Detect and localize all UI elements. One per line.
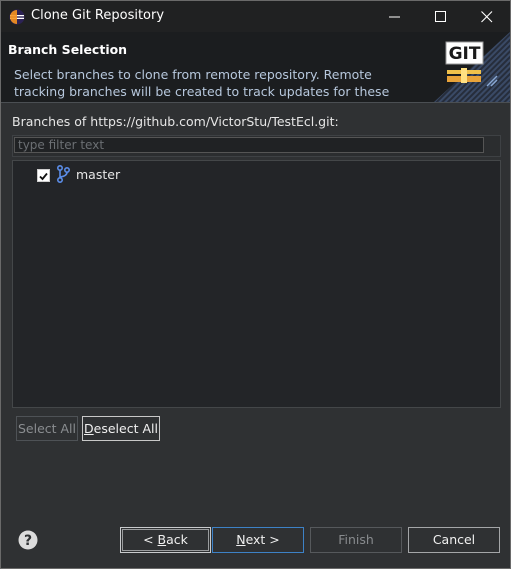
- back-mnemonic: B: [157, 532, 167, 547]
- filter-container: [12, 135, 501, 157]
- branch-tree[interactable]: master: [12, 160, 501, 408]
- close-button[interactable]: [464, 1, 510, 32]
- finish-button[interactable]: Finish: [310, 527, 402, 553]
- filter-input[interactable]: [14, 137, 484, 153]
- wizard-header: Branch Selection Select branches to clon…: [1, 32, 510, 102]
- close-icon: [481, 11, 493, 23]
- branch-name: master: [76, 167, 121, 182]
- git-wizard-logo: GIT: [434, 32, 510, 102]
- deselect-all-label: eselect All: [93, 421, 158, 436]
- cancel-button[interactable]: Cancel: [408, 527, 500, 553]
- page-description: Select branches to clone from remote rep…: [14, 67, 390, 102]
- header-separator: [1, 102, 510, 103]
- svg-text:GIT: GIT: [449, 44, 481, 64]
- select-all-button[interactable]: Select All: [16, 416, 78, 441]
- back-prefix: <: [143, 532, 158, 547]
- page-title: Branch Selection: [8, 42, 128, 57]
- branches-label: Branches of https://github.com/VictorStu…: [12, 114, 339, 129]
- clone-git-dialog: Clone Git Repository Branch Selection Se…: [0, 0, 511, 569]
- next-button[interactable]: Next >: [212, 527, 304, 553]
- branch-checkbox[interactable]: [37, 169, 50, 182]
- window-title: Clone Git Repository: [31, 8, 165, 23]
- minimize-icon: [389, 16, 400, 18]
- deselect-all-button[interactable]: Deselect All: [82, 416, 160, 441]
- title-bar: Clone Git Repository: [1, 1, 510, 32]
- eclipse-app-icon: [9, 9, 25, 25]
- deselect-mnemonic: D: [84, 421, 94, 436]
- help-icon[interactable]: ?: [18, 530, 38, 550]
- checkmark-icon: [39, 172, 48, 181]
- maximize-button[interactable]: [418, 1, 464, 32]
- back-label: ack: [166, 532, 188, 547]
- minimize-button[interactable]: [372, 1, 418, 32]
- back-button[interactable]: < Back: [120, 527, 211, 553]
- next-mnemonic: N: [236, 532, 246, 547]
- next-label: ext >: [245, 532, 280, 547]
- list-item[interactable]: master: [13, 164, 500, 184]
- git-branch-icon: [57, 165, 70, 183]
- svg-text:?: ?: [24, 533, 32, 549]
- maximize-icon: [435, 11, 446, 22]
